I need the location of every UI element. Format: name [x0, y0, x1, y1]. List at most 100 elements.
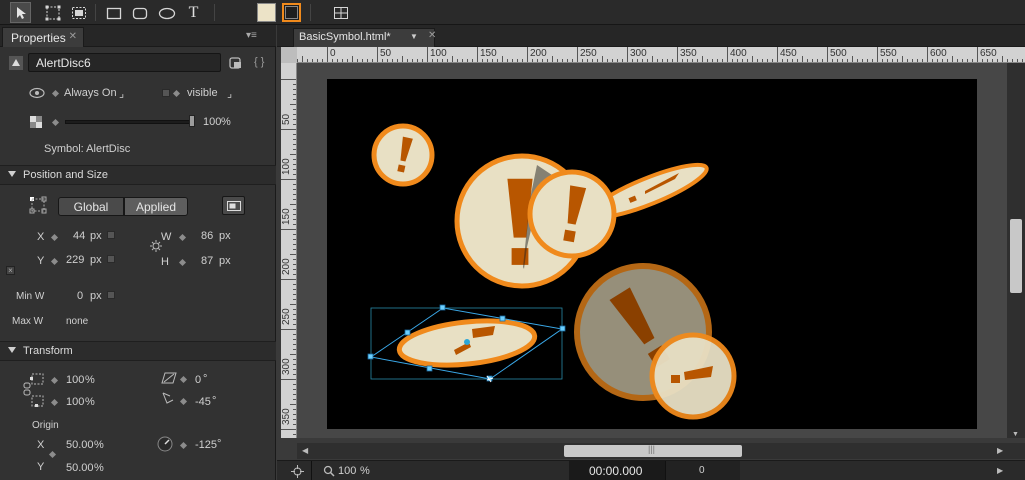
alert-disc-overlap[interactable] [527, 169, 617, 259]
position-size-section-header[interactable]: Position and Size [0, 165, 276, 185]
overflow-checkbox[interactable] [162, 89, 170, 97]
keyframe-diamond-icon[interactable] [179, 441, 188, 450]
keyframe-diamond-icon[interactable] [50, 233, 59, 242]
keyframe-diamond-icon[interactable] [50, 376, 59, 385]
max-w-value[interactable]: none [66, 316, 88, 327]
rounded-rectangle-tool-button[interactable] [129, 2, 150, 23]
grid-button[interactable] [330, 2, 351, 23]
y-unit[interactable]: px [90, 254, 102, 266]
ruler-tick-label: 250 [281, 308, 292, 325]
origin-y-value[interactable]: 50.00 [66, 462, 94, 474]
keyframe-diamond-icon[interactable] [179, 375, 188, 384]
scale-x-icon [30, 373, 44, 385]
ruler-tick-label: 50 [380, 48, 392, 59]
skew-icon [161, 372, 177, 384]
selection-tool-button[interactable] [10, 2, 31, 23]
close-icon[interactable]: ✕ [69, 31, 77, 42]
timeline-ruler-strip[interactable]: 0 [665, 461, 740, 480]
min-w-unit[interactable]: px [90, 290, 102, 302]
opacity-slider-handle[interactable] [189, 115, 195, 127]
keyframe-diamond-icon[interactable] [51, 89, 60, 98]
x-lock-checkbox[interactable] [107, 231, 115, 239]
h-unit[interactable]: px [219, 255, 231, 267]
horizontal-scroll-thumb[interactable]: ||| [564, 444, 742, 457]
collapse-subsection-icon[interactable]: × [6, 266, 15, 275]
tab-basicsymbol[interactable]: BasicSymbol.html* ▼ [293, 28, 435, 47]
global-toggle-button[interactable]: Global [58, 197, 124, 216]
ruler-tick-label: 400 [730, 48, 747, 59]
applied-toggle-button[interactable]: Applied [124, 197, 188, 216]
keyframe-diamond-icon[interactable] [179, 397, 188, 406]
ellipse-icon [158, 7, 175, 19]
registration-point-icon[interactable] [29, 196, 47, 214]
time-display-box[interactable]: 00:00.000 [569, 461, 665, 480]
scroll-down-arrow-icon[interactable]: ▼ [1012, 431, 1019, 438]
h-value[interactable]: 87 [201, 255, 213, 267]
x-value[interactable]: 44 [73, 230, 85, 242]
stroke-color-swatch[interactable] [282, 3, 301, 22]
angle-value[interactable]: -125 [195, 439, 217, 451]
text-tool-button[interactable]: T [183, 2, 204, 23]
visibility-dropdown[interactable]: visible [187, 87, 218, 99]
alert-disc-bottom[interactable] [649, 332, 737, 420]
tab-properties[interactable]: Properties ✕ [2, 27, 84, 47]
min-w-checkbox[interactable] [107, 291, 115, 299]
rotate-skew-value[interactable]: -45 [195, 396, 211, 408]
zoom-value[interactable]: 100 [338, 465, 356, 477]
w-unit[interactable]: px [219, 230, 231, 242]
transform-section-header[interactable]: Transform [0, 341, 276, 361]
y-lock-checkbox[interactable] [107, 255, 115, 263]
keyframe-diamond-icon[interactable] [178, 258, 187, 267]
min-w-value[interactable]: 0 [77, 290, 83, 302]
keyframe-diamond-icon[interactable] [51, 118, 60, 127]
always-on-dropdown[interactable]: Always On [64, 87, 117, 99]
keyframe-diamond-icon[interactable] [50, 257, 59, 266]
position-size-title: Position and Size [23, 169, 108, 181]
angle-unit: ° [217, 438, 222, 450]
stage[interactable] [327, 79, 977, 429]
scroll-left-arrow-icon[interactable]: ◀ [302, 446, 308, 455]
keyframe-diamond-icon[interactable] [178, 233, 187, 242]
element-name-field[interactable]: AlertDisc6 [28, 53, 221, 72]
close-icon[interactable]: ✕ [428, 30, 436, 41]
keyframe-diamond-icon[interactable] [48, 450, 57, 459]
fill-color-swatch[interactable] [257, 3, 276, 22]
keyframe-diamond-icon[interactable] [172, 89, 181, 98]
horizontal-ruler[interactable]: 0 50 100 150 200 250 300 350 400 450 500 550 600 650 [297, 47, 1025, 63]
opacity-value[interactable]: 100 [203, 116, 221, 128]
clipping-tool-button[interactable] [68, 2, 89, 23]
zoom-magnifier-icon [323, 465, 335, 477]
min-w-label: Min W [16, 291, 45, 302]
crosshair-icon[interactable] [291, 465, 304, 478]
ruler-tick-label: 150 [480, 48, 497, 59]
vertical-ruler[interactable]: 50 100 150 200 250 300 350 [281, 63, 297, 438]
transform-tool-button[interactable] [42, 2, 63, 23]
angle-dial-icon[interactable] [157, 436, 173, 452]
display-eye-icon [29, 87, 45, 99]
horizontal-scrollbar[interactable]: ◀ ||| ▶ [297, 443, 1025, 459]
ruler-corner [281, 47, 297, 63]
class-icon[interactable] [229, 56, 243, 70]
code-braces-icon[interactable]: { } [254, 56, 264, 68]
y-value[interactable]: 229 [66, 254, 84, 266]
opacity-slider-track[interactable] [65, 120, 195, 124]
document-tab-label: BasicSymbol.html* [299, 31, 391, 43]
chevron-down-icon[interactable]: ▼ [410, 32, 418, 41]
x-unit[interactable]: px [90, 230, 102, 242]
keyframe-diamond-icon[interactable] [50, 398, 59, 407]
vertical-scrollbar[interactable]: ▼ [1007, 63, 1025, 438]
scale-y-value[interactable]: 100 [66, 396, 84, 408]
scroll-right-arrow-icon[interactable]: ▶ [997, 466, 1003, 475]
scale-x-value[interactable]: 100 [66, 374, 84, 386]
alert-disc-selected[interactable] [396, 315, 538, 371]
origin-x-value[interactable]: 50.00 [66, 439, 94, 451]
w-value[interactable]: 86 [201, 230, 213, 242]
panel-menu-icon[interactable]: ▾≡ [246, 30, 264, 42]
skew-value[interactable]: 0 [195, 374, 201, 386]
layout-preset-button[interactable] [222, 196, 245, 215]
alert-disc-small[interactable] [371, 123, 435, 187]
vertical-scroll-thumb[interactable] [1010, 219, 1022, 293]
scroll-right-arrow-icon[interactable]: ▶ [997, 446, 1003, 455]
rectangle-tool-button[interactable] [103, 2, 124, 23]
ellipse-tool-button[interactable] [156, 2, 177, 23]
